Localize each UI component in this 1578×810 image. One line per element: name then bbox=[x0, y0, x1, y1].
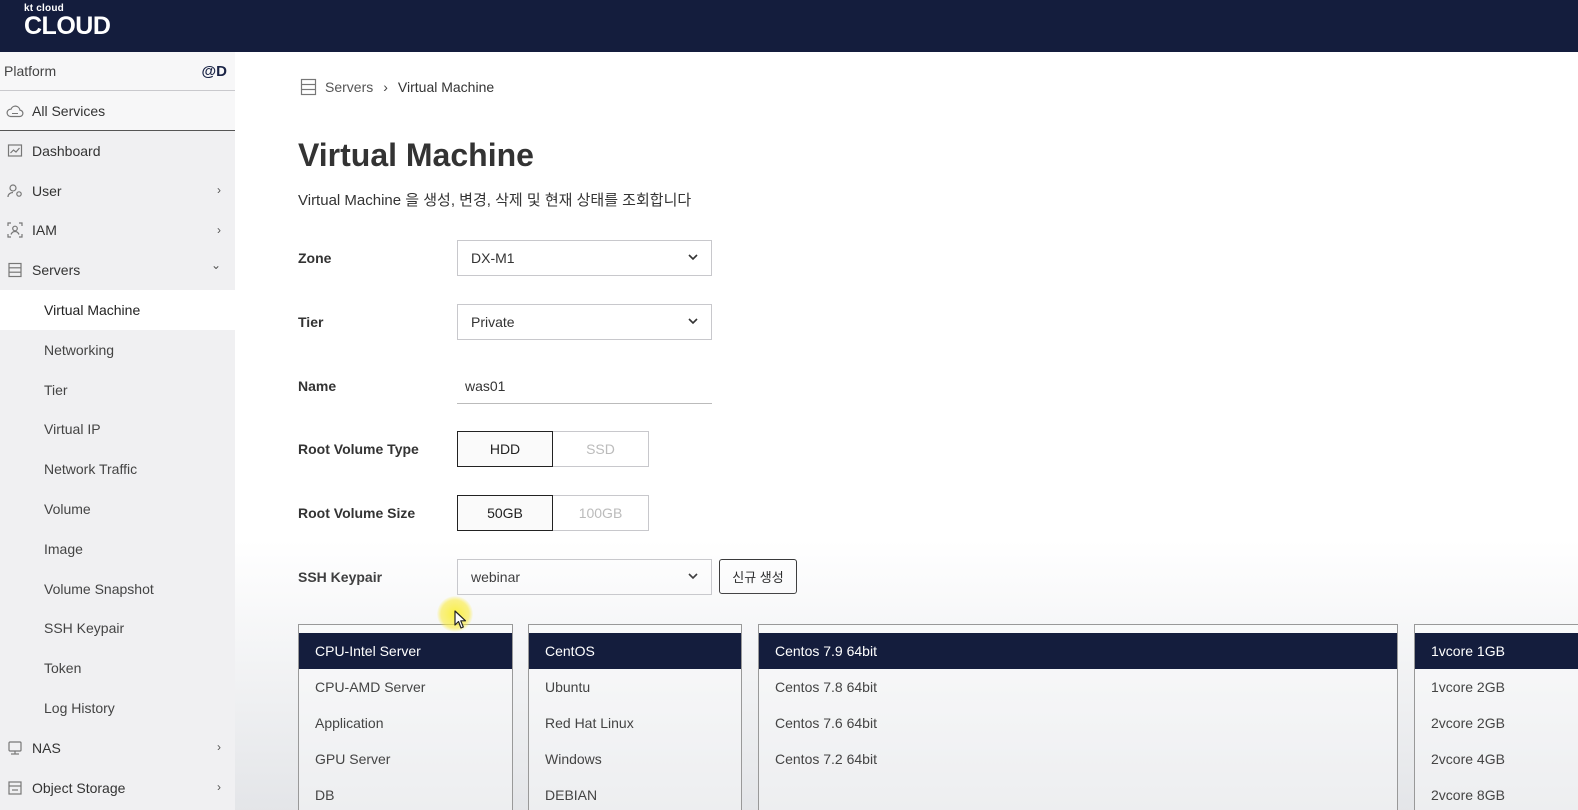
spec-list: 1vcore 1GB 1vcore 2GB 2vcore 2GB 2vcore … bbox=[1414, 624, 1578, 810]
root-volume-type-label: Root Volume Type bbox=[298, 441, 419, 457]
chevron-right-icon: › bbox=[217, 739, 221, 754]
dashboard-icon bbox=[6, 142, 24, 160]
servers-icon bbox=[300, 78, 317, 96]
breadcrumb-separator: › bbox=[383, 79, 388, 95]
list-item[interactable]: DB bbox=[299, 777, 512, 810]
logo-big-text: CLOUD bbox=[24, 12, 111, 40]
list-item[interactable]: 1vcore 2GB bbox=[1415, 669, 1578, 705]
chevron-right-icon: › bbox=[217, 779, 221, 794]
sidebar-subitem-image[interactable]: Image bbox=[0, 529, 235, 569]
sidebar-item-label: All Services bbox=[32, 102, 106, 119]
tier-label: Tier bbox=[298, 314, 324, 330]
list-item[interactable]: DEBIAN bbox=[529, 777, 741, 810]
ssh-keypair-select[interactable]: webinar bbox=[457, 559, 712, 595]
kt-cloud-logo[interactable]: kt cloud CLOUD bbox=[24, 3, 111, 40]
sidebar-item-servers[interactable]: Servers ⌄ bbox=[0, 250, 235, 290]
nas-icon bbox=[6, 739, 24, 757]
sidebar-item-dashboard[interactable]: Dashboard bbox=[0, 131, 235, 171]
list-item[interactable]: CentOS bbox=[529, 633, 741, 669]
os-list: CentOS Ubuntu Red Hat Linux Windows DEBI… bbox=[528, 624, 742, 810]
zone-select[interactable]: DX-M1 bbox=[457, 240, 712, 276]
breadcrumb-current: Virtual Machine bbox=[397, 79, 495, 95]
user-gear-icon bbox=[6, 182, 24, 200]
ssd-option[interactable]: SSD bbox=[553, 431, 649, 467]
sidebar-item-iam[interactable]: IAM › bbox=[0, 211, 235, 251]
list-item[interactable]: Centos 7.9 64bit bbox=[759, 633, 1397, 669]
sidebar-subitem-virtual-machine[interactable]: Virtual Machine bbox=[0, 290, 235, 330]
list-item[interactable]: 1vcore 1GB bbox=[1415, 633, 1578, 669]
server-type-list: CPU-Intel Server CPU-AMD Server Applicat… bbox=[298, 624, 513, 810]
sidebar-item-label: User bbox=[32, 182, 62, 199]
page-title: Virtual Machine bbox=[298, 137, 534, 173]
breadcrumb-parent[interactable]: Servers bbox=[325, 79, 373, 95]
list-item[interactable]: Centos 7.2 64bit bbox=[759, 741, 1397, 777]
platform-label: Platform bbox=[4, 63, 57, 79]
zone-value: DX-M1 bbox=[471, 250, 515, 266]
list-item[interactable]: CPU-AMD Server bbox=[299, 669, 512, 705]
sidebar: Platform @D All Services Dashboard User … bbox=[0, 52, 235, 810]
name-input[interactable]: was01 bbox=[457, 368, 712, 404]
chevron-down-icon bbox=[686, 569, 700, 583]
new-keypair-button[interactable]: 신규 생성 bbox=[719, 559, 797, 594]
chevron-down-icon bbox=[686, 250, 700, 264]
tier-select[interactable]: Private bbox=[457, 304, 712, 340]
sidebar-item-object-storage[interactable]: Object Storage › bbox=[0, 768, 235, 808]
sidebar-subitem-virtual-ip[interactable]: Virtual IP bbox=[0, 410, 235, 450]
chevron-right-icon: › bbox=[217, 222, 221, 237]
mouse-cursor-icon bbox=[454, 610, 468, 635]
name-label: Name bbox=[298, 378, 337, 394]
size-50gb-option[interactable]: 50GB bbox=[457, 495, 553, 531]
sidebar-item-nas[interactable]: NAS › bbox=[0, 728, 235, 768]
root-volume-type-toggle: HDD SSD bbox=[457, 431, 649, 467]
chevron-down-icon: ⌄ bbox=[210, 258, 221, 273]
page-description: Virtual Machine 을 생성, 변경, 삭제 및 현재 상태를 조회… bbox=[298, 192, 692, 209]
sidebar-subitem-volume[interactable]: Volume bbox=[0, 489, 235, 529]
sidebar-item-all-services[interactable]: All Services bbox=[0, 91, 235, 131]
list-item[interactable]: GPU Server bbox=[299, 741, 512, 777]
root-volume-size-label: Root Volume Size bbox=[298, 505, 416, 521]
ssh-keypair-label: SSH Keypair bbox=[298, 569, 383, 585]
sidebar-subitem-tier[interactable]: Tier bbox=[0, 370, 235, 410]
os-version-list: Centos 7.9 64bit Centos 7.8 64bit Centos… bbox=[758, 624, 1398, 810]
zone-label: Zone bbox=[298, 250, 332, 266]
sidebar-subitem-token[interactable]: Token bbox=[0, 648, 235, 688]
sidebar-subitem-networking[interactable]: Networking bbox=[0, 330, 235, 370]
ssh-keypair-value: webinar bbox=[471, 569, 521, 585]
size-100gb-option[interactable]: 100GB bbox=[553, 495, 649, 531]
list-item[interactable]: 2vcore 8GB bbox=[1415, 777, 1578, 810]
list-item[interactable]: Application bbox=[299, 705, 512, 741]
sidebar-item-user[interactable]: User › bbox=[0, 171, 235, 211]
chevron-right-icon: › bbox=[217, 182, 221, 197]
hdd-option[interactable]: HDD bbox=[457, 431, 553, 467]
list-item[interactable]: Centos 7.8 64bit bbox=[759, 669, 1397, 705]
sidebar-subitem-log-history[interactable]: Log History bbox=[0, 688, 235, 728]
list-item[interactable]: Windows bbox=[529, 741, 741, 777]
list-item[interactable]: Ubuntu bbox=[529, 669, 741, 705]
servers-icon bbox=[6, 261, 24, 279]
platform-user[interactable]: @D bbox=[202, 63, 227, 80]
sidebar-item-label: Dashboard bbox=[32, 142, 101, 159]
list-item[interactable]: 2vcore 4GB bbox=[1415, 741, 1578, 777]
list-item[interactable]: CPU-Intel Server bbox=[299, 633, 512, 669]
object-storage-icon bbox=[6, 779, 24, 797]
chevron-down-icon bbox=[686, 314, 700, 328]
sidebar-item-label: NAS bbox=[32, 739, 61, 756]
tier-value: Private bbox=[471, 314, 515, 330]
list-item[interactable]: Centos 7.6 64bit bbox=[759, 705, 1397, 741]
platform-selector[interactable]: Platform @D bbox=[0, 52, 235, 91]
sidebar-subitem-network-traffic[interactable]: Network Traffic bbox=[0, 449, 235, 489]
root-volume-size-toggle: 50GB 100GB bbox=[457, 495, 649, 531]
sidebar-subitem-volume-snapshot[interactable]: Volume Snapshot bbox=[0, 569, 235, 609]
sidebar-subitem-ssh-keypair[interactable]: SSH Keypair bbox=[0, 609, 235, 649]
iam-icon bbox=[6, 221, 24, 239]
list-item[interactable]: Red Hat Linux bbox=[529, 705, 741, 741]
breadcrumb: Servers › Virtual Machine bbox=[300, 78, 494, 96]
sidebar-item-label: IAM bbox=[32, 222, 57, 239]
cloud-icon bbox=[6, 104, 24, 118]
top-bar: kt cloud CLOUD bbox=[0, 0, 1578, 52]
sidebar-item-label: Servers bbox=[32, 262, 81, 279]
sidebar-item-label: Object Storage bbox=[32, 779, 126, 796]
list-item[interactable]: 2vcore 2GB bbox=[1415, 705, 1578, 741]
